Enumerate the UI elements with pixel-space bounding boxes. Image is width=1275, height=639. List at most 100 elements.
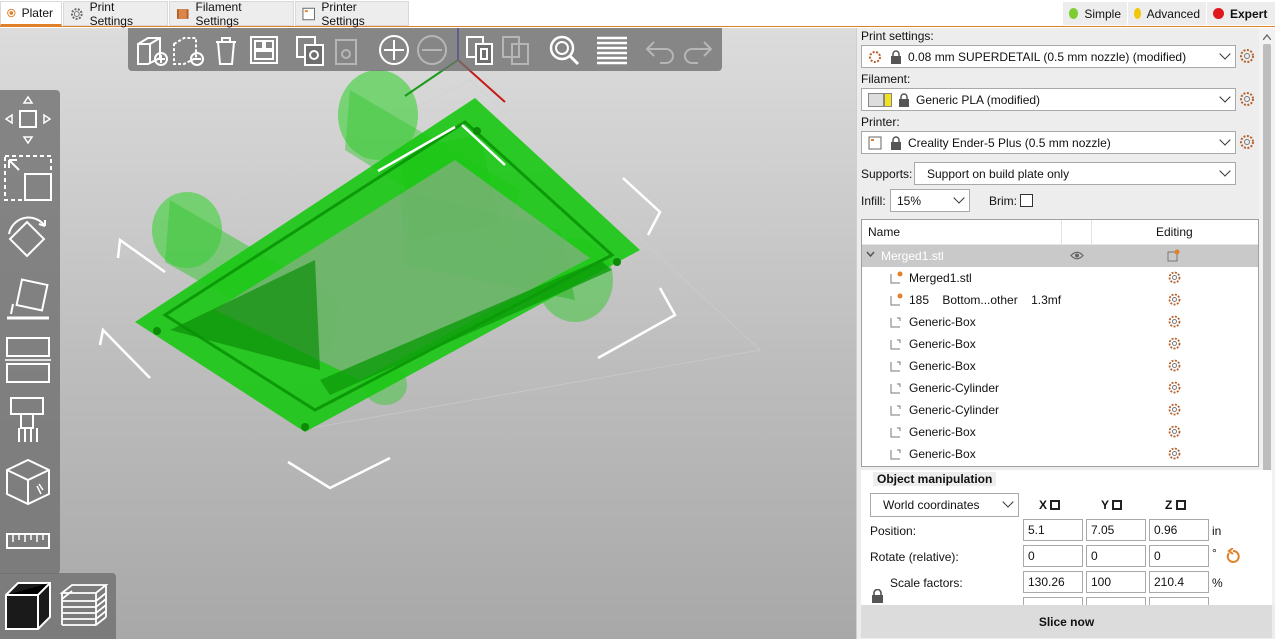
printer-combo[interactable]: Creality Ender-5 Plus (0.5 mm nozzle) (861, 131, 1236, 154)
layers-editing-search-icon[interactable] (546, 32, 582, 68)
add-object-icon[interactable] (134, 32, 170, 68)
3d-view-icon[interactable] (2, 579, 54, 633)
edit-filament-gear-icon[interactable] (1239, 91, 1255, 107)
position-x-input[interactable]: 5.1 (1023, 519, 1083, 541)
preview-layers-icon[interactable] (58, 579, 110, 633)
lock-icon[interactable] (871, 589, 884, 603)
gear-icon[interactable] (1168, 293, 1181, 306)
tab-plater[interactable]: Plater (0, 1, 62, 26)
scale-unit: % (1212, 576, 1223, 590)
cut-icon[interactable] (3, 334, 53, 386)
remove-instance-icon[interactable] (414, 32, 450, 68)
arrange-icon[interactable] (246, 32, 282, 68)
scale-z-input[interactable]: 210.4 (1149, 571, 1209, 593)
infill-combo[interactable]: 15% (890, 189, 970, 212)
paint-supports-icon[interactable] (3, 394, 53, 446)
x-axis-label: X (1039, 498, 1061, 512)
scale-y-input[interactable]: 100 (1086, 571, 1146, 593)
coordinates-combo[interactable]: World coordinates (870, 493, 1019, 517)
mode-expert[interactable]: Expert (1207, 2, 1275, 25)
rotate-z-input[interactable]: 0 (1149, 545, 1209, 567)
3d-scene[interactable] (0, 28, 856, 639)
delete-all-icon[interactable] (208, 32, 244, 68)
list-item-name: Generic-Box (909, 315, 976, 329)
column-name[interactable]: Name (868, 225, 900, 239)
gear-icon[interactable] (1168, 447, 1181, 460)
hollow-cube-icon[interactable] (3, 456, 53, 508)
tab-print-settings[interactable]: Print Settings (63, 0, 168, 28)
list-item-object[interactable]: Merged1.stl (862, 245, 1258, 267)
list-item[interactable]: Generic-Box (862, 355, 1258, 377)
edit-printer-gear-icon[interactable] (1239, 134, 1255, 150)
print-settings-value: 0.08 mm SUPERDETAIL (0.5 mm nozzle) (mod… (908, 49, 1187, 64)
list-item[interactable]: Generic-Box (862, 421, 1258, 443)
gear-icon[interactable] (1168, 381, 1181, 394)
eye-icon[interactable] (1070, 249, 1084, 262)
list-item[interactable]: Generic-Box (862, 333, 1258, 355)
copy-icon[interactable] (292, 32, 328, 68)
rotate-icon[interactable] (3, 212, 53, 264)
rotate-x-input[interactable]: 0 (1023, 545, 1083, 567)
brim-checkbox[interactable] (1020, 194, 1033, 207)
editing-icon[interactable] (1167, 249, 1180, 262)
list-item-name: Generic-Cylinder (909, 403, 1000, 417)
gear-icon[interactable] (1168, 359, 1181, 372)
tab-filament-settings[interactable]: Filament Settings (169, 0, 294, 28)
split-objects-icon[interactable] (462, 32, 498, 68)
modifier-icon (890, 383, 901, 394)
move-icon[interactable] (3, 94, 53, 146)
lock-icon (891, 135, 901, 150)
model-object[interactable] (135, 70, 640, 432)
scale-x-input[interactable]: 130.26 (1023, 571, 1083, 593)
redo-icon[interactable] (680, 32, 716, 68)
list-item[interactable]: Merged1.stl (862, 267, 1258, 289)
supports-combo[interactable]: Support on build plate only (914, 162, 1236, 185)
gear-icon[interactable] (1168, 403, 1181, 416)
split-parts-icon[interactable] (498, 32, 534, 68)
scale-icon[interactable] (3, 152, 53, 204)
position-label: Position: (870, 524, 917, 538)
position-z-input[interactable]: 0.96 (1149, 519, 1209, 541)
modifier-icon (890, 405, 901, 416)
mode-simple[interactable]: Simple (1063, 2, 1127, 25)
list-item[interactable]: Generic-Box (862, 311, 1258, 333)
undo-icon[interactable] (642, 32, 678, 68)
tab-printer-settings[interactable]: Printer Settings (295, 0, 409, 28)
delete-object-icon[interactable] (170, 32, 206, 68)
gear-icon (869, 50, 881, 63)
mode-advanced[interactable]: Advanced (1128, 2, 1206, 25)
print-settings-combo[interactable]: 0.08 mm SUPERDETAIL (0.5 mm nozzle) (mod… (861, 45, 1236, 68)
list-item[interactable]: Generic-Box (862, 443, 1258, 465)
size-x-input[interactable] (1023, 597, 1083, 605)
paste-icon[interactable] (328, 32, 364, 68)
position-y-input[interactable]: 7.05 (1086, 519, 1146, 541)
axis-lock-icon[interactable] (1050, 500, 1061, 510)
edit-print-settings-gear-icon[interactable] (1239, 48, 1255, 64)
chevron-down-icon[interactable] (866, 250, 875, 259)
variable-layer-height-icon[interactable] (594, 32, 630, 68)
3d-viewport[interactable] (0, 28, 856, 639)
gear-icon[interactable] (1168, 425, 1181, 438)
size-z-input[interactable] (1149, 597, 1209, 605)
add-instance-icon[interactable] (376, 32, 412, 68)
measure-ruler-icon[interactable] (3, 516, 53, 568)
view-toggle (0, 573, 116, 639)
axis-lock-icon[interactable] (1112, 500, 1123, 510)
column-editing[interactable]: Editing (1156, 225, 1193, 239)
filament-combo[interactable]: Generic PLA (modified) (861, 88, 1236, 111)
gear-icon[interactable] (1168, 337, 1181, 350)
size-y-input[interactable] (1086, 597, 1146, 605)
list-item[interactable]: Generic-Cylinder (862, 377, 1258, 399)
list-item[interactable]: 185 Bottom...other 1.3mf (862, 289, 1258, 311)
gear-icon[interactable] (1168, 271, 1181, 284)
rotate-y-input[interactable]: 0 (1086, 545, 1146, 567)
list-item-name: 185 Bottom...other 1.3mf (909, 293, 1062, 307)
slice-now-button[interactable]: Slice now (861, 605, 1272, 638)
place-on-face-icon[interactable] (3, 274, 53, 326)
axis-lock-icon[interactable] (1175, 500, 1186, 510)
list-item[interactable]: Generic-Cylinder (862, 399, 1258, 421)
gear-icon[interactable] (1168, 315, 1181, 328)
list-item-name: Generic-Box (909, 447, 976, 461)
scroll-up-icon[interactable] (1263, 34, 1271, 40)
reset-rotation-icon[interactable] (1226, 548, 1240, 564)
